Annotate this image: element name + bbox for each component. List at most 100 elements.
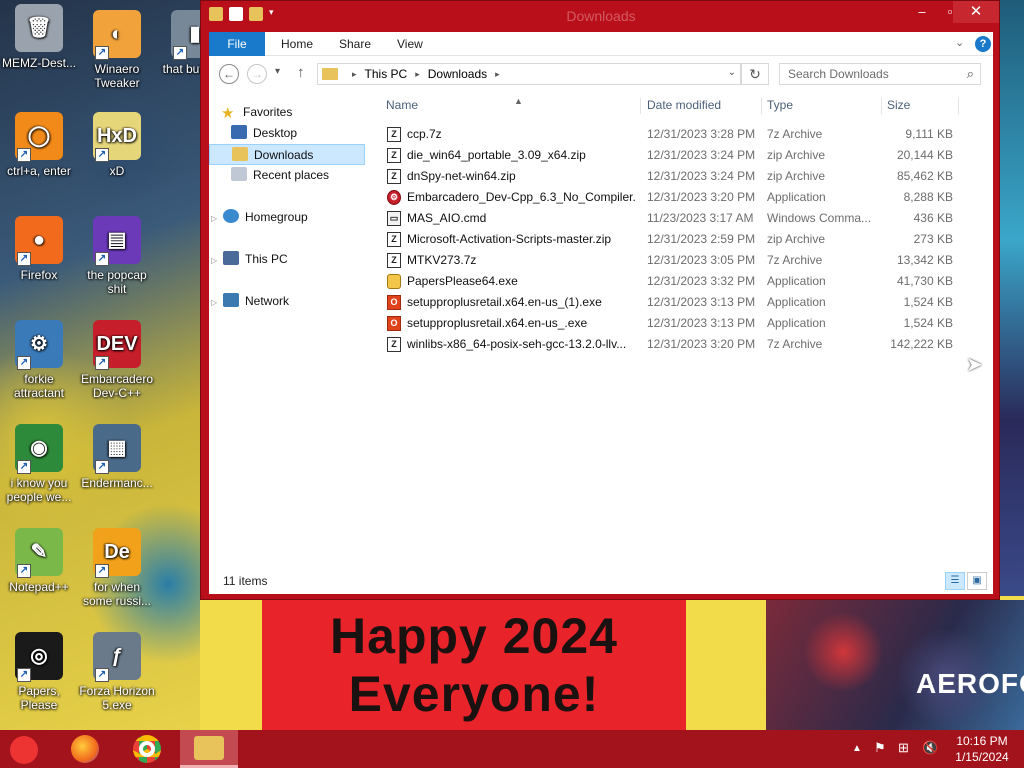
desktop-shortcut[interactable]: ◎ ↗ Papers, Please <box>0 632 78 712</box>
file-row[interactable]: Zwinlibs-x86_64-posix-seh-gcc-13.2.0-llv… <box>377 334 993 355</box>
main-pane: ★ Favorites Desktop Downloads Recent plac… <box>209 92 993 568</box>
show-hidden-icons-icon[interactable]: ▲ <box>852 743 862 754</box>
new-folder-icon[interactable] <box>249 7 263 21</box>
desktop-shortcut[interactable]: 🗑 MEMZ-Dest... <box>0 4 78 70</box>
desktop-shortcut-label: Forza Horizon 5.exe <box>79 684 155 712</box>
desktop-shortcut-label: i know you people we... <box>6 476 72 504</box>
address-bar[interactable]: ▸ This PC ▸ Downloads ▸ ⌄ <box>317 63 741 85</box>
refresh-button[interactable]: ↻ <box>741 63 769 85</box>
desktop-shortcut-label: Endermanc... <box>81 476 153 490</box>
wallpaper-mid <box>688 600 766 730</box>
papers-please-icon <box>387 274 401 289</box>
desktop-shortcut[interactable]: ◯ ↗ ctrl+a, enter <box>0 112 78 178</box>
file-row[interactable]: ZdnSpy-net-win64.zip 12/31/2023 3:24 PM zi… <box>377 166 993 187</box>
expand-arrow-icon[interactable]: ▷ <box>211 292 221 313</box>
file-row[interactable]: Z Microsoft-Activation-Scripts-master.zip… <box>377 229 993 250</box>
navigation-pane: ★ Favorites Desktop Downloads Recent plac… <box>209 92 369 568</box>
expand-arrow-icon[interactable]: ▷ <box>211 250 221 271</box>
taskbar-firefox[interactable] <box>56 730 114 768</box>
large-icons-view-button[interactable]: ▣ <box>967 572 987 590</box>
nav-favorites[interactable]: ★ Favorites <box>221 102 292 123</box>
file-row[interactable]: Osetupproplusretail.x64.en-us_(1).exe 12/… <box>377 292 993 313</box>
chevron-down-icon[interactable]: ▾ <box>269 7 277 21</box>
desktop-shortcut[interactable]: HxD ↗ xD <box>78 112 156 178</box>
up-button[interactable]: ↑ <box>297 64 305 81</box>
tab-share[interactable]: Share <box>327 32 383 56</box>
nav-recent-places[interactable]: Recent places <box>231 165 365 186</box>
start-button[interactable] <box>10 736 38 764</box>
desktop-shortcut[interactable]: ƒ ↗ Forza Horizon 5.exe <box>78 632 156 712</box>
breadcrumb-downloads[interactable]: Downloads <box>428 67 487 81</box>
desktop-shortcut[interactable]: De ↗ for when some russi... <box>78 528 156 608</box>
forward-button[interactable]: → <box>247 64 267 84</box>
column-type[interactable]: Type <box>767 98 882 114</box>
breadcrumb-this-pc[interactable]: This PC <box>365 67 408 81</box>
sort-ascending-icon: ▲ <box>514 96 523 106</box>
minimize-button[interactable]: – <box>907 1 937 23</box>
nav-this-pc[interactable]: ▷ This PC <box>211 249 288 270</box>
desktop-shortcut[interactable]: ⚙ ↗ forkie attractant <box>0 320 78 400</box>
taskbar: ▲ ⚑ ⊞ 🔇 10:16 PM 1/15/2024 <box>0 730 1024 768</box>
desktop-shortcut[interactable]: ● ↗ Firefox <box>0 216 78 282</box>
nav-network[interactable]: ▷ Network <box>211 291 289 312</box>
shortcut-arrow-icon: ↗ <box>95 46 109 60</box>
folder-icon[interactable] <box>209 7 223 21</box>
nav-homegroup[interactable]: ▷ Homegroup <box>211 207 308 228</box>
back-button[interactable]: ← <box>219 64 239 84</box>
archive-file-icon: Z <box>387 337 401 352</box>
file-row[interactable]: Zdie_win64_portable_3.09_x64.zip 12/31/20… <box>377 145 993 166</box>
taskbar-chrome[interactable] <box>118 730 176 768</box>
nav-desktop[interactable]: Desktop <box>231 123 365 144</box>
shortcut-arrow-icon: ↗ <box>95 148 109 162</box>
expand-arrow-icon[interactable]: ▷ <box>211 208 221 229</box>
network-tray-icon[interactable]: ⊞ <box>898 740 909 756</box>
taskbar-file-explorer[interactable] <box>180 730 238 768</box>
application-icon: ⚙ <box>387 190 401 205</box>
column-size[interactable]: Size <box>887 98 959 114</box>
quick-access-toolbar: ▾ <box>209 7 277 21</box>
search-input[interactable]: Search Downloads ⌕ <box>779 63 981 85</box>
file-row[interactable]: Zccp.7z 12/31/2023 3:28 PM 7z Archive 9,111… <box>377 124 993 145</box>
desktop-shortcut[interactable]: ◉ ↗ i know you people we... <box>0 424 78 504</box>
new-year-banner: Happy 2024 Everyone! <box>262 600 686 730</box>
file-row[interactable]: Z MTKV273.7z 12/31/2023 3:05 PM 7z Archive 1… <box>377 250 993 271</box>
nav-downloads[interactable]: Downloads <box>209 144 365 165</box>
search-icon[interactable]: ⌕ <box>967 64 974 84</box>
desktop-shortcut[interactable]: ▤ ↗ the popcap shit <box>78 216 156 296</box>
desktop-shortcut[interactable]: ▦ ↗ Endermanc... <box>78 424 156 490</box>
help-icon[interactable]: ? <box>975 36 991 52</box>
details-view-button[interactable]: ☰ <box>945 572 965 590</box>
search-placeholder: Search Downloads <box>788 67 889 81</box>
file-date-modified: 12/31/2023 3:13 PM <box>647 295 756 309</box>
ribbon-expand-icon[interactable]: ⌄ <box>955 36 964 49</box>
properties-icon[interactable] <box>229 7 243 21</box>
computer-icon <box>223 251 239 265</box>
tab-file[interactable]: File <box>209 32 265 56</box>
network-icon <box>223 293 239 307</box>
volume-icon[interactable]: 🔇 <box>922 740 938 756</box>
close-button[interactable]: ✕ <box>953 1 999 23</box>
file-row[interactable]: PapersPlease64.exe 12/31/2023 3:32 PM Appl… <box>377 271 993 292</box>
system-clock[interactable]: 10:16 PM 1/15/2024 <box>950 733 1014 765</box>
action-center-flag-icon[interactable]: ⚑ <box>874 740 886 756</box>
file-type: zip Archive <box>767 232 826 246</box>
title-bar[interactable]: ▾ Downloads – ▫ ✕ <box>201 1 999 31</box>
column-name[interactable]: Name ▲ <box>386 96 641 114</box>
tab-view[interactable]: View <box>385 32 435 56</box>
archive-file-icon: Z <box>387 127 401 142</box>
address-dropdown-icon[interactable]: ⌄ <box>728 67 736 78</box>
file-row[interactable]: ⚙ Embarcadero_Dev-Cpp_6.3_No_Compiler... 1… <box>377 187 993 208</box>
nav-homegroup-label: Homegroup <box>245 210 308 224</box>
desktop-shortcut[interactable]: ◐ ↗ Winaero Tweaker <box>78 10 156 90</box>
file-row[interactable]: Osetupproplusretail.x64.en-us_.exe 12/31/… <box>377 313 993 334</box>
desktop-shortcut[interactable]: DEV ↗ Embarcadero Dev-C++ <box>78 320 156 400</box>
column-date-modified[interactable]: Date modified <box>647 98 762 114</box>
desktop-shortcut[interactable]: ✎ ↗ Notepad++ <box>0 528 78 594</box>
devcpp-icon: DEV ↗ <box>93 320 141 370</box>
file-row[interactable]: ▭ MAS_AIO.cmd 11/23/2023 3:17 AM Windows Co… <box>377 208 993 229</box>
tab-home[interactable]: Home <box>269 32 325 56</box>
file-size: 436 KB <box>913 211 953 225</box>
recent-locations-icon[interactable]: ▾ <box>275 66 280 77</box>
star-icon: ★ <box>221 105 235 122</box>
shortcut-arrow-icon: ↗ <box>17 252 31 266</box>
